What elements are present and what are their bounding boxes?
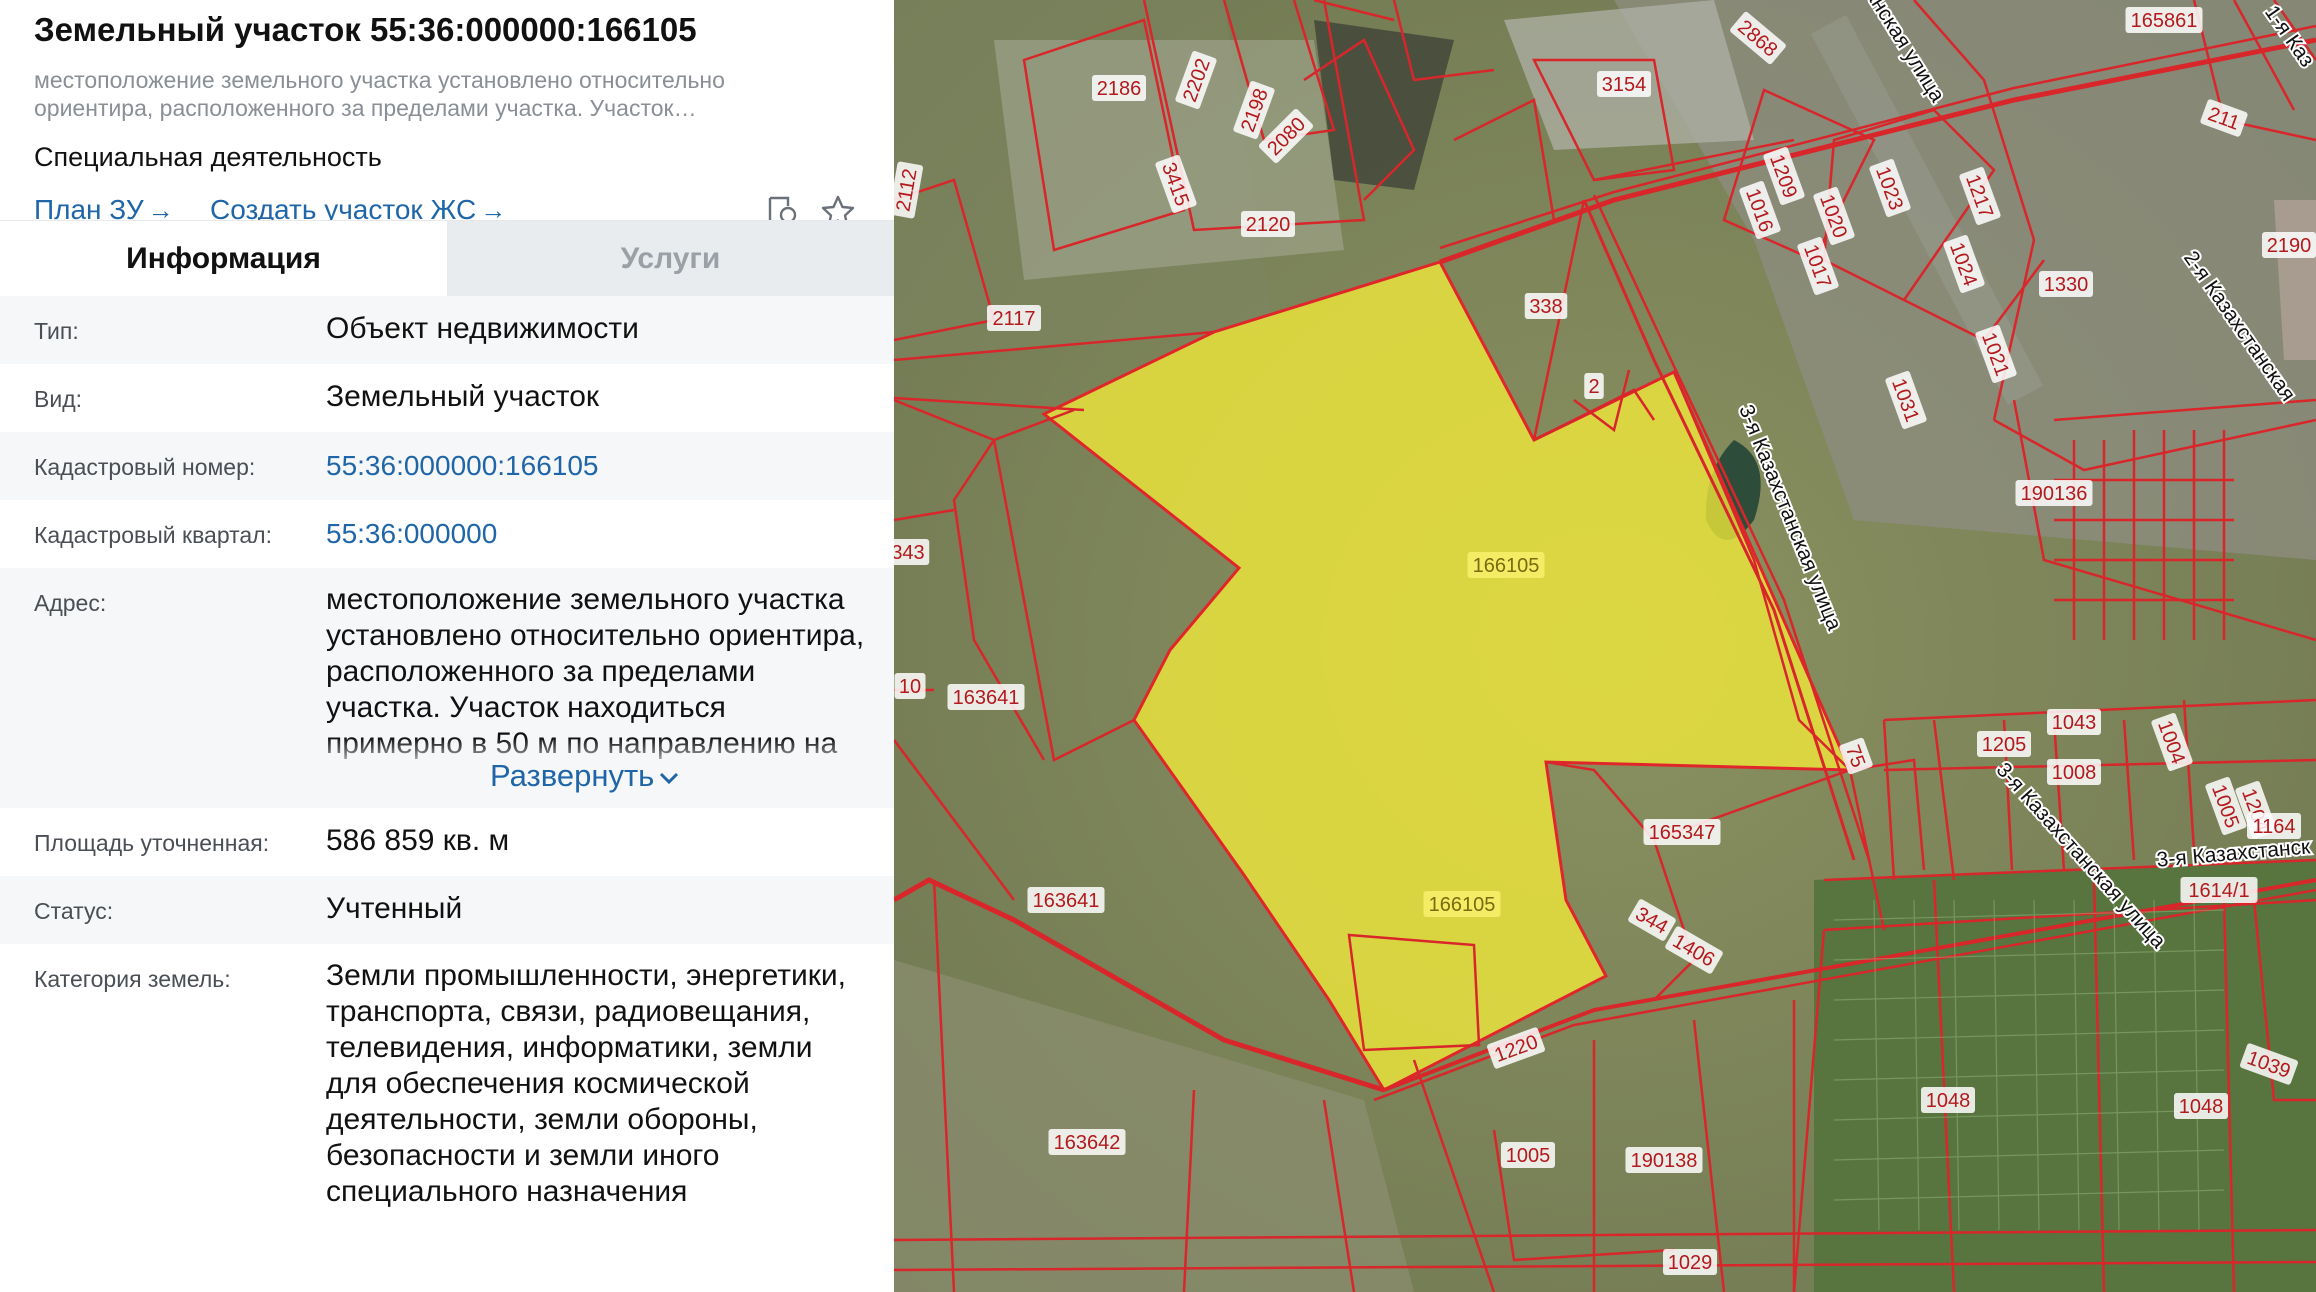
address-label: Адрес: <box>34 590 107 616</box>
expand-label: Развернуть <box>490 758 655 793</box>
row-cadastral-number: Кадастровый номер: 55:36:000000:166105 <box>0 432 894 500</box>
parcel-label-text: 343 <box>894 542 925 564</box>
selected-parcel-label[interactable]: 166105 <box>1423 891 1501 917</box>
tab-bar: Информация Услуги <box>0 220 894 296</box>
parcel-label[interactable]: 1205 <box>1977 731 2031 757</box>
type-value: Объект недвижимости <box>326 312 639 345</box>
parcel-label-text: 163642 <box>1054 1132 1121 1154</box>
parcel-label[interactable]: 2186 <box>1092 75 1146 101</box>
parcel-label[interactable]: 163641 <box>1027 887 1105 913</box>
area-value: 586 859 кв. м <box>326 824 510 857</box>
info-panel: Земельный участок 55:36:000000:166105 ме… <box>0 0 894 1292</box>
parcel-label-text: 1029 <box>1668 1252 1713 1274</box>
cadastral-quarter-label: Кадастровый квартал: <box>34 522 272 548</box>
parcel-label[interactable]: 190136 <box>2015 480 2093 506</box>
parcel-label[interactable]: 338 <box>1524 293 1568 319</box>
row-kind: Вид: Земельный участок <box>0 364 894 432</box>
parcel-label-text: 190138 <box>1631 1150 1698 1172</box>
parcel-label-text: 3154 <box>1602 74 1647 96</box>
parcel-label[interactable]: 2 <box>1584 373 1604 399</box>
parcel-label[interactable]: 163641 <box>947 684 1025 710</box>
status-value: Учтенный <box>326 892 463 925</box>
expand-button[interactable]: Развернуть <box>490 758 680 794</box>
parcel-label-text: 1005 <box>1506 1145 1551 1167</box>
parcel-label-text: 2186 <box>1097 78 1142 100</box>
status-label: Статус: <box>34 898 114 924</box>
parcel-label[interactable]: 1005 <box>1501 1142 1555 1168</box>
land-category-value: Земли промышленности, энергетики, трансп… <box>326 959 847 1208</box>
parcel-label-text: 165347 <box>1649 822 1716 844</box>
parcel-label[interactable]: 1048 <box>1921 1087 1975 1113</box>
area-label: Площадь уточненная: <box>34 830 270 856</box>
parcel-label[interactable]: 190138 <box>1625 1147 1703 1173</box>
parcel-label[interactable]: 1029 <box>1663 1249 1717 1275</box>
type-label: Тип: <box>34 318 79 344</box>
parcel-label-text: 190136 <box>2021 483 2088 505</box>
row-cadastral-quarter: Кадастровый квартал: 55:36:000000 <box>0 500 894 568</box>
parcel-label[interactable]: 1008 <box>2047 759 2101 785</box>
selected-parcel-label[interactable]: 166105 <box>1467 552 1545 578</box>
row-land-category: Категория земель: Земли промышленности, … <box>0 944 894 1284</box>
parcel-label-text: 166105 <box>1473 555 1540 577</box>
parcel-label[interactable]: 343 <box>894 539 930 565</box>
parcel-label-text: 165861 <box>2131 10 2198 32</box>
panel-header: Земельный участок 55:36:000000:166105 ме… <box>0 0 894 244</box>
parcel-label-text: 1043 <box>2052 712 2097 734</box>
parcel-label-text: 2 <box>1588 376 1599 398</box>
parcel-label[interactable]: 163642 <box>1048 1129 1126 1155</box>
cadastral-number-link[interactable]: 55:36:000000:166105 <box>326 448 599 484</box>
map-canvas[interactable]: 2186 22022198208031542868 1658612113415212… <box>894 0 2316 1292</box>
parcel-label[interactable]: 165861 <box>2125 7 2203 33</box>
page-title: Земельный участок 55:36:000000:166105 <box>34 11 697 48</box>
tab-services[interactable]: Услуги <box>447 221 894 296</box>
parcel-label-text: 163641 <box>1033 890 1100 912</box>
parcel-label[interactable]: 1048 <box>2174 1093 2228 1119</box>
info-table: Тип: Объект недвижимости Вид: Земельный … <box>0 296 894 1284</box>
cadastral-map[interactable]: 2186 2202 2198 2080 3154 2868 165861 211 3415 212… <box>894 0 2316 1292</box>
parcel-label-text: 2117 <box>992 308 1035 330</box>
parcel-label-text: 1008 <box>2052 762 2097 784</box>
kind-label: Вид: <box>34 386 82 412</box>
chevron-down-icon <box>660 772 679 785</box>
parcel-label-text: 1205 <box>1982 734 2027 756</box>
parcel-label-text: 166105 <box>1429 894 1496 916</box>
parcel-label[interactable]: 2190 <box>2262 232 2316 258</box>
row-status: Статус: Учтенный <box>0 876 894 944</box>
land-category-label: Категория земель: <box>34 966 231 992</box>
parcel-label-text: 2120 <box>1246 214 1291 236</box>
tab-information[interactable]: Информация <box>0 221 447 296</box>
cadastral-quarter-link[interactable]: 55:36:000000 <box>326 516 497 552</box>
parcel-label[interactable]: 1330 <box>2039 271 2093 297</box>
row-address: Адрес: местоположение земельного участка… <box>0 568 894 808</box>
parcel-label-text: 338 <box>1529 296 1562 318</box>
parcel-label[interactable]: 2120 <box>1241 211 1295 237</box>
parcel-label-text: 10 <box>899 676 921 698</box>
row-type: Тип: Объект недвижимости <box>0 296 894 364</box>
parcel-label-text: 1330 <box>2044 274 2089 296</box>
parcel-label[interactable]: 1614/1 <box>2180 877 2258 903</box>
cadastral-number-label: Кадастровый номер: <box>34 454 256 480</box>
parcel-label[interactable]: 165347 <box>1643 819 1721 845</box>
parcel-label[interactable]: 3154 <box>1597 71 1651 97</box>
parcel-label[interactable]: 10 <box>894 673 926 699</box>
address-value-wrap: местоположение земельного участка устано… <box>326 582 866 772</box>
parcel-label-text: 1614/1 <box>2188 880 2249 902</box>
parcel-label-text: 1048 <box>1926 1090 1971 1112</box>
parcel-label[interactable]: 1164 <box>2247 813 2301 839</box>
parcel-label-text: 1048 <box>2179 1096 2224 1118</box>
header-activity: Специальная деятельность <box>34 142 382 172</box>
header-address-preview: местоположение земельного участка устано… <box>34 67 725 121</box>
parcel-label[interactable]: 1043 <box>2047 709 2101 735</box>
parcel-label-text: 163641 <box>953 687 1020 709</box>
kind-value: Земельный участок <box>326 380 600 413</box>
parcel-label-text: 1164 <box>2252 816 2295 838</box>
parcel-label[interactable]: 2117 <box>987 305 1041 331</box>
row-area: Площадь уточненная: 586 859 кв. м <box>0 808 894 876</box>
parcel-label-text: 2190 <box>2267 235 2312 257</box>
